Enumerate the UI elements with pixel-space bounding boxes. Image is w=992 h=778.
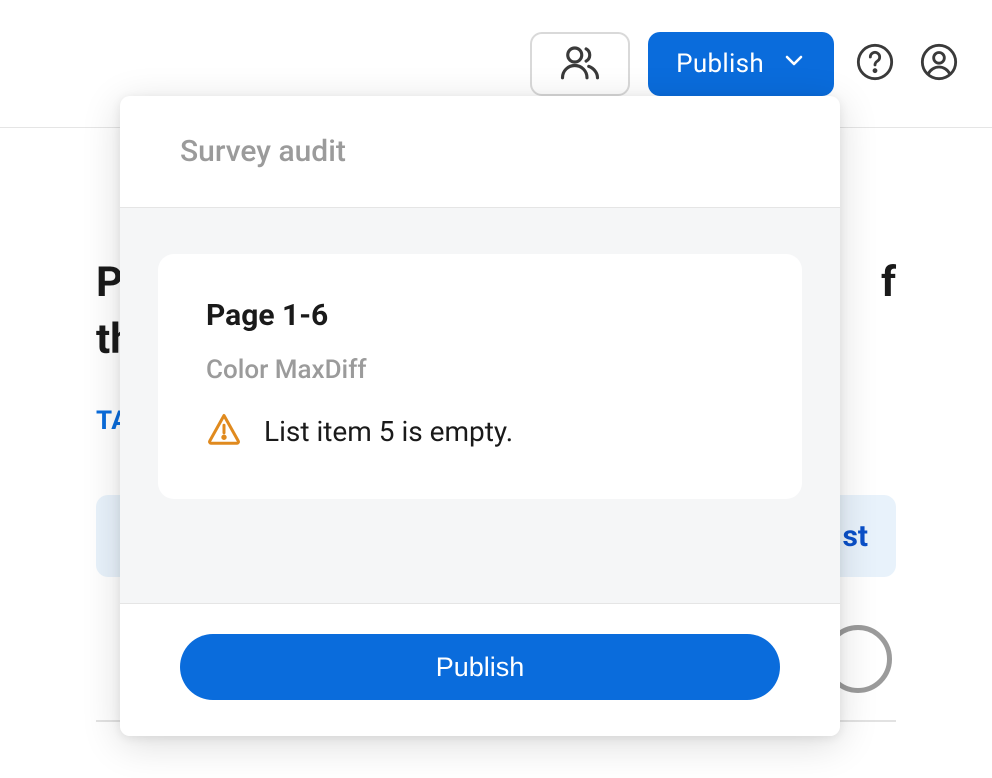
publish-button[interactable]: Publish [180,634,780,700]
publish-dropdown-label: Publish [676,49,764,79]
user-icon [919,42,959,86]
audit-question-label: Color MaxDiff [206,355,754,385]
modal-footer: Publish [120,603,840,736]
publish-dropdown-button[interactable]: Publish [648,32,834,96]
audit-warning-text: List item 5 is empty. [264,415,513,448]
collaborators-button[interactable] [530,32,630,96]
option-band-text-fragment: st [842,519,868,554]
account-button[interactable] [916,41,962,87]
survey-audit-modal: Survey audit Page 1-6 Color MaxDiff List… [120,96,840,736]
help-button[interactable] [852,41,898,87]
chevron-down-icon [782,48,806,79]
audit-page-label: Page 1-6 [206,298,754,333]
modal-body: Page 1-6 Color MaxDiff List item 5 is em… [120,208,840,603]
warning-icon [206,411,242,451]
audit-warning-row: List item 5 is empty. [206,411,754,451]
audit-card[interactable]: Page 1-6 Color MaxDiff List item 5 is em… [158,254,802,499]
modal-title: Survey audit [120,96,840,208]
people-icon [559,41,601,87]
heading-fragment-right: f [881,255,896,312]
help-icon [855,42,895,86]
